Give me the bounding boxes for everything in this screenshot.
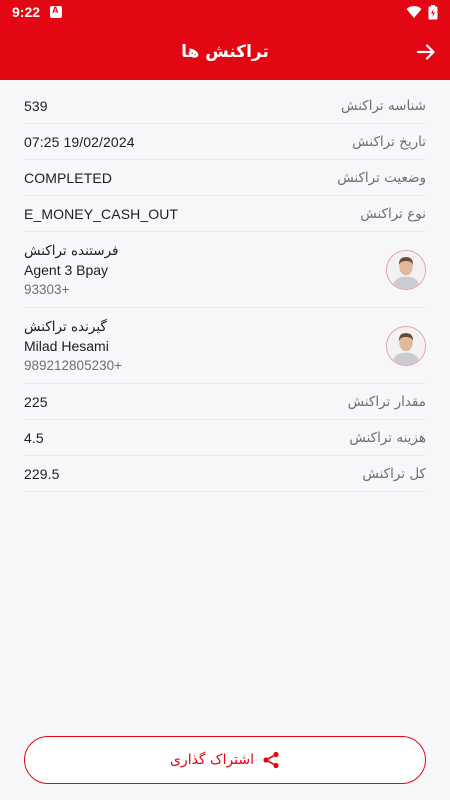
transaction-amount-label: مقدار تراکنش xyxy=(347,393,426,410)
transaction-id-value: 539 xyxy=(24,97,48,114)
detail-row-date: 07:25 19/02/2024 تاریخ تراکنش xyxy=(24,124,426,160)
receiver-info: گیرنده تراکنش Milad Hesami 989212805230+ xyxy=(24,319,122,373)
transaction-type-value: E_MONEY_CASH_OUT xyxy=(24,205,179,222)
transaction-fee-value: 4.5 xyxy=(24,429,44,446)
receiver-section: گیرنده تراکنش Milad Hesami 989212805230+ xyxy=(24,308,426,384)
detail-row-amount: 225 مقدار تراکنش xyxy=(24,384,426,420)
transaction-id-label: شناسه تراکنش xyxy=(340,97,426,114)
sender-avatar xyxy=(386,249,426,290)
status-icons xyxy=(406,4,438,20)
arrow-right-icon xyxy=(416,44,435,60)
wifi-icon xyxy=(406,6,422,19)
transaction-date-label: تاریخ تراکنش xyxy=(352,133,426,150)
transaction-fee-label: هزینه تراکنش xyxy=(349,429,426,446)
detail-row-total: 229.5 کل تراکنش xyxy=(24,456,426,492)
receiver-name: Milad Hesami xyxy=(24,337,109,354)
notification-icon xyxy=(50,5,63,18)
receiver-avatar xyxy=(386,325,426,366)
status-time: 9:22 xyxy=(12,4,41,20)
share-icon xyxy=(263,751,279,769)
status-bar: 9:22 xyxy=(0,0,450,24)
transaction-type-label: نوع تراکنش xyxy=(360,205,426,222)
share-button-label: اشتراک گذاری xyxy=(169,752,255,768)
receiver-phone: 989212805230+ xyxy=(24,357,122,373)
person-icon xyxy=(387,250,425,289)
transaction-date-value: 07:25 19/02/2024 xyxy=(24,133,135,150)
battery-icon xyxy=(428,4,438,19)
sender-section: فرستنده تراکنش Agent 3 Bpay 93303+ xyxy=(24,232,426,308)
back-button[interactable] xyxy=(412,38,440,66)
sender-name: Agent 3 Bpay xyxy=(24,261,109,278)
app-bar: تراکنش ها xyxy=(0,24,450,80)
detail-row-fee: 4.5 هزینه تراکنش xyxy=(24,420,426,456)
transaction-total-label: کل تراکنش xyxy=(362,465,426,482)
transaction-status-value: COMPLETED xyxy=(24,169,113,186)
page-title: تراکنش ها xyxy=(181,42,269,62)
transaction-amount-value: 225 xyxy=(24,393,48,410)
detail-row-status: COMPLETED وضعیت تراکنش xyxy=(24,160,426,196)
transaction-status-label: وضعیت تراکنش xyxy=(337,169,426,186)
detail-row-type: E_MONEY_CASH_OUT نوع تراکنش xyxy=(24,196,426,232)
transaction-details: 539 شناسه تراکنش 07:25 19/02/2024 تاریخ … xyxy=(0,88,450,492)
person-icon xyxy=(387,326,425,365)
sender-info: فرستنده تراکنش Agent 3 Bpay 93303+ xyxy=(24,243,118,297)
detail-row-id: 539 شناسه تراکنش xyxy=(24,88,426,124)
sender-title: فرستنده تراکنش xyxy=(24,242,119,259)
share-button[interactable]: اشتراک گذاری xyxy=(24,736,426,784)
receiver-title: گیرنده تراکنش xyxy=(24,318,107,335)
sender-phone: 93303+ xyxy=(24,281,70,297)
transaction-total-value: 229.5 xyxy=(24,465,60,482)
